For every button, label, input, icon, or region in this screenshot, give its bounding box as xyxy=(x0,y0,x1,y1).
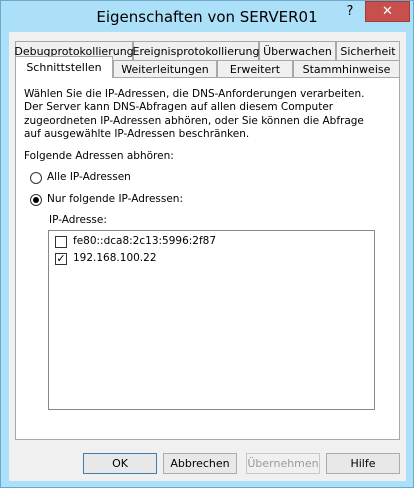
tab-ueberwachen[interactable]: Überwachen xyxy=(259,41,336,60)
ip-address-text: fe80::dca8:2c13:5996:2f87 xyxy=(73,235,217,247)
tab-schnittstellen[interactable]: Schnittstellen xyxy=(15,56,113,78)
ip-address-list[interactable]: fe80::dca8:2c13:5996:2f87 ✓ 192.168.100.… xyxy=(48,230,375,410)
help-button[interactable]: Hilfe xyxy=(326,453,400,474)
title-bar: Eigenschaften von SERVER01 ? ✕ xyxy=(1,1,413,33)
cancel-button[interactable]: Abbrechen xyxy=(163,453,237,474)
radio-all-ip-label[interactable]: Alle IP-Adressen xyxy=(47,171,131,183)
close-button[interactable]: ✕ xyxy=(365,1,410,22)
listen-label: Folgende Adressen abhören: xyxy=(24,150,174,162)
tab-sicherheit[interactable]: Sicherheit xyxy=(336,41,400,60)
ip-address-label: IP-Adresse: xyxy=(49,214,107,226)
checkmark-icon: ✓ xyxy=(56,252,66,265)
ip-checkbox[interactable] xyxy=(55,236,67,248)
radio-only-ip[interactable] xyxy=(30,194,42,206)
ip-address-text: 192.168.100.22 xyxy=(73,252,157,264)
description-text: Wählen Sie die IP-Adressen, die DNS-Anfo… xyxy=(24,88,365,141)
radio-all-ip[interactable] xyxy=(30,172,42,184)
tab-stammhinweise[interactable]: Stammhinweise xyxy=(293,60,400,77)
radio-selected-dot xyxy=(33,197,39,203)
properties-dialog: Eigenschaften von SERVER01 ? ✕ Debugprot… xyxy=(0,0,414,488)
ip-checkbox[interactable]: ✓ xyxy=(55,253,67,265)
help-title-button[interactable]: ? xyxy=(337,1,363,22)
apply-button[interactable]: Übernehmen xyxy=(246,453,320,474)
tab-weiterleitungen[interactable]: Weiterleitungen xyxy=(113,60,217,77)
ok-button[interactable]: OK xyxy=(83,453,157,474)
tab-ereignisprotokollierung[interactable]: Ereignisprotokollierung xyxy=(133,41,259,60)
radio-only-ip-label[interactable]: Nur folgende IP-Adressen: xyxy=(47,193,183,205)
tab-erweitert[interactable]: Erweitert xyxy=(217,60,293,77)
